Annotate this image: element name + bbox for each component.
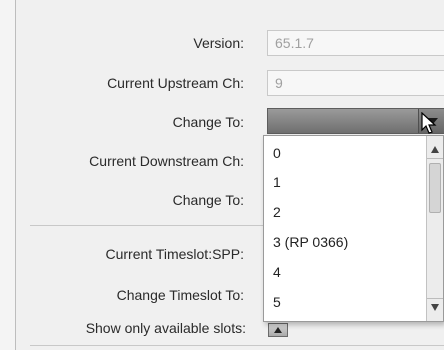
dropdown-scrollbar[interactable]	[426, 136, 443, 321]
scrollbar-thumb[interactable]	[429, 163, 441, 213]
version-field: 65.1.7	[267, 30, 444, 56]
current-timeslot-label: Current Timeslot:SPP:	[105, 246, 245, 262]
change-upstream-label: Change To:	[172, 114, 244, 130]
scrollbar-divider	[427, 298, 443, 299]
chevron-up-icon	[274, 327, 282, 333]
scroll-up-arrow-icon[interactable]	[431, 146, 439, 153]
channel-dropdown-list[interactable]: 0 1 2 3 (RP 0366) 4 5	[263, 135, 444, 322]
current-upstream-field: 9	[267, 70, 444, 96]
show-available-slots-label: Show only available slots:	[85, 320, 246, 336]
dropdown-option-0[interactable]: 0	[273, 145, 281, 161]
current-upstream-label: Current Upstream Ch:	[107, 75, 244, 91]
dropdown-option-2[interactable]: 2	[273, 204, 281, 220]
dropdown-option-3[interactable]: 3 (RP 0366)	[273, 234, 348, 250]
change-timeslot-label: Change Timeslot To:	[116, 287, 244, 303]
dropdown-option-4[interactable]: 4	[273, 264, 281, 280]
bottom-separator	[30, 345, 444, 346]
dropdown-option-5[interactable]: 5	[273, 294, 281, 310]
dropdown-option-1[interactable]: 1	[273, 174, 281, 190]
change-downstream-label: Change To:	[172, 192, 244, 208]
version-label: Version:	[193, 35, 244, 51]
scroll-down-arrow-icon[interactable]	[431, 304, 439, 311]
current-downstream-label: Current Downstream Ch:	[89, 153, 244, 169]
scrollbar-divider	[427, 158, 443, 159]
show-available-slots-toggle[interactable]	[268, 323, 288, 337]
mouse-pointer-icon	[421, 112, 437, 134]
